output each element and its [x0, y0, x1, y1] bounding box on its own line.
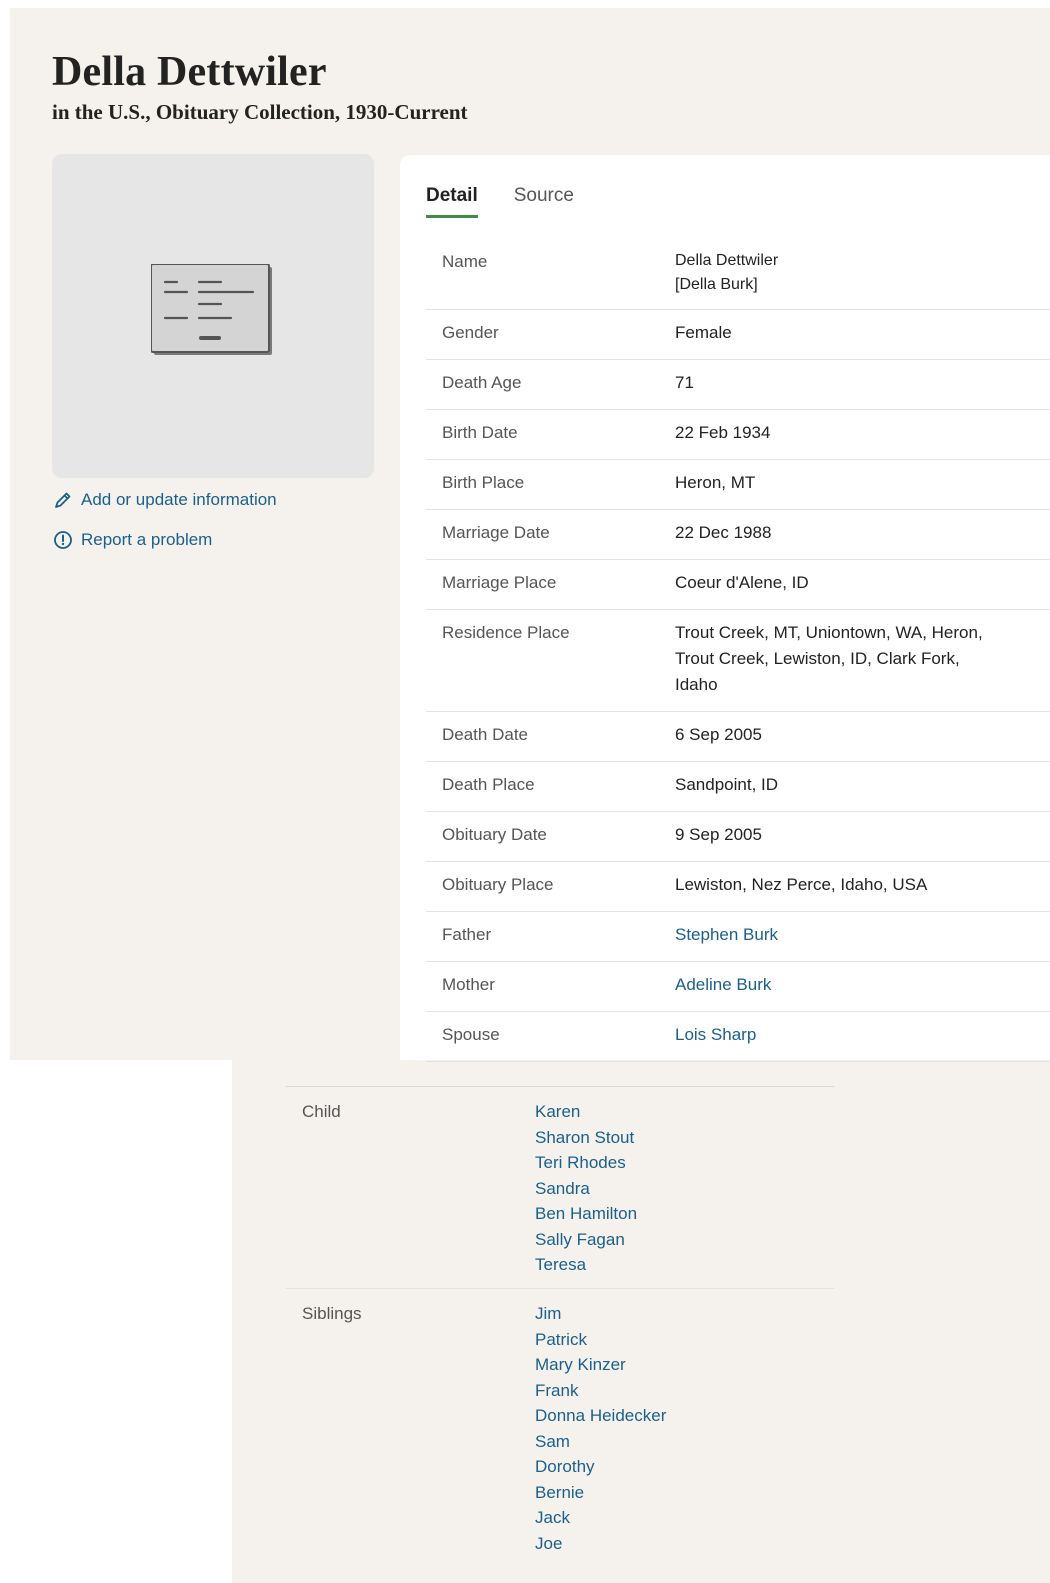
row-label: Gender	[442, 323, 499, 342]
record-image-placeholder[interactable]	[52, 154, 374, 478]
sibling-link[interactable]: Bernie	[535, 1480, 818, 1506]
row-label: Marriage Date	[442, 523, 550, 542]
child-link[interactable]: Sharon Stout	[535, 1125, 818, 1151]
row-value: Female	[675, 323, 732, 342]
table-row: Gender Female	[426, 310, 1050, 360]
table-row: Child Karen Sharon Stout Teri Rhodes San…	[286, 1087, 834, 1289]
add-update-label: Add or update information	[81, 490, 277, 509]
sibling-link[interactable]: Mary Kinzer	[535, 1352, 818, 1378]
row-label: Death Place	[442, 775, 535, 794]
mother-link[interactable]: Adeline Burk	[675, 972, 1050, 1011]
child-link[interactable]: Karen	[535, 1099, 818, 1125]
sibling-link[interactable]: Donna Heidecker	[535, 1403, 818, 1429]
row-value: Sandpoint, ID	[675, 775, 779, 794]
residence-line: Trout Creek, MT, Uniontown, WA, Heron,	[675, 623, 983, 642]
child-link[interactable]: Teri Rhodes	[535, 1150, 818, 1176]
row-label: Death Date	[442, 725, 528, 744]
pencil-icon	[55, 492, 71, 508]
tab-source[interactable]: Source	[514, 185, 574, 218]
children-list: Karen Sharon Stout Teri Rhodes Sandra Be…	[535, 1099, 834, 1288]
spouse-link[interactable]: Lois Sharp	[675, 1022, 1050, 1061]
table-row: Marriage Place Coeur d'Alene, ID	[426, 560, 1050, 610]
table-row: Death Place Sandpoint, ID	[426, 762, 1050, 812]
sibling-link[interactable]: Jim	[535, 1301, 818, 1327]
row-value: Coeur d'Alene, ID	[675, 573, 809, 592]
table-row: Father Stephen Burk	[426, 912, 1050, 962]
table-row: Obituary Date 9 Sep 2005	[426, 812, 1050, 862]
row-label: Name	[442, 252, 488, 271]
child-link[interactable]: Ben Hamilton	[535, 1201, 818, 1227]
tab-detail[interactable]: Detail	[426, 185, 478, 218]
row-value: 22 Dec 1988	[675, 523, 772, 542]
report-problem-link[interactable]: Report a problem	[53, 530, 212, 550]
table-row: Birth Date 22 Feb 1934	[426, 410, 1050, 460]
table-row: Spouse Lois Sharp	[426, 1012, 1050, 1062]
name-alternate: [Della Burk]	[675, 276, 758, 293]
row-label: Siblings	[302, 1304, 362, 1323]
row-label: Birth Place	[442, 473, 525, 492]
child-link[interactable]: Teresa	[535, 1252, 818, 1278]
table-row: Residence Place Trout Creek, MT, Unionto…	[426, 610, 1050, 712]
alert-circle-icon	[54, 531, 72, 549]
row-value: 9 Sep 2005	[675, 825, 762, 844]
row-label: Marriage Place	[442, 573, 557, 592]
add-update-link[interactable]: Add or update information	[53, 490, 277, 510]
detail-table: Name Della Dettwiler [Della Burk] Gender…	[426, 239, 1050, 1062]
tab-bar: Detail Source	[426, 185, 574, 218]
row-label: Spouse	[442, 1025, 500, 1044]
table-row: Mother Adeline Burk	[426, 962, 1050, 1012]
table-row: Birth Place Heron, MT	[426, 460, 1050, 510]
row-value: Della Dettwiler [Della Burk]	[675, 249, 1050, 309]
sibling-link[interactable]: Frank	[535, 1378, 818, 1404]
row-value: 22 Feb 1934	[675, 423, 771, 442]
row-value: Trout Creek, MT, Uniontown, WA, Heron, T…	[675, 620, 1050, 711]
collection-subtitle: in the U.S., Obituary Collection, 1930-C…	[52, 100, 468, 124]
child-link[interactable]: Sandra	[535, 1176, 818, 1202]
siblings-list: Jim Patrick Mary Kinzer Frank Donna Heid…	[535, 1301, 834, 1556]
row-label: Obituary Date	[442, 825, 547, 844]
continued-table: Child Karen Sharon Stout Teri Rhodes San…	[286, 1062, 834, 1556]
sibling-link[interactable]: Joe	[535, 1531, 818, 1557]
table-row-partial	[286, 1062, 834, 1087]
table-row: Death Date 6 Sep 2005	[426, 712, 1050, 762]
table-row: Obituary Place Lewiston, Nez Perce, Idah…	[426, 862, 1050, 912]
sibling-link[interactable]: Jack	[535, 1505, 818, 1531]
row-label: Obituary Place	[442, 875, 554, 894]
table-row: Death Age 71	[426, 360, 1050, 410]
residence-line: Trout Creek, Lewiston, ID, Clark Fork,	[675, 649, 960, 668]
row-value: Lewiston, Nez Perce, Idaho, USA	[675, 875, 928, 894]
row-value: 71	[675, 373, 694, 392]
row-label: Mother	[442, 975, 495, 994]
table-row: Siblings Jim Patrick Mary Kinzer Frank D…	[286, 1289, 834, 1556]
page-title: Della Dettwiler	[52, 49, 327, 95]
row-label: Father	[442, 925, 492, 944]
row-label: Death Age	[442, 373, 522, 392]
sibling-link[interactable]: Patrick	[535, 1327, 818, 1353]
father-link[interactable]: Stephen Burk	[675, 922, 1050, 961]
table-row: Marriage Date 22 Dec 1988	[426, 510, 1050, 560]
row-label: Residence Place	[442, 623, 570, 642]
row-value: Heron, MT	[675, 473, 756, 492]
row-label: Child	[302, 1102, 341, 1121]
name-primary: Della Dettwiler	[675, 252, 779, 269]
detail-card: Detail Source Name Della Dettwiler [Dell…	[400, 155, 1050, 1062]
sibling-link[interactable]: Sam	[535, 1429, 818, 1455]
residence-line: Idaho	[675, 675, 718, 694]
sibling-link[interactable]: Dorothy	[535, 1454, 818, 1480]
table-row: Name Della Dettwiler [Della Burk]	[426, 239, 1050, 310]
report-problem-label: Report a problem	[81, 530, 213, 549]
row-value: 6 Sep 2005	[675, 725, 762, 744]
row-label: Birth Date	[442, 423, 518, 442]
child-link[interactable]: Sally Fagan	[535, 1227, 818, 1253]
document-icon	[151, 264, 272, 355]
